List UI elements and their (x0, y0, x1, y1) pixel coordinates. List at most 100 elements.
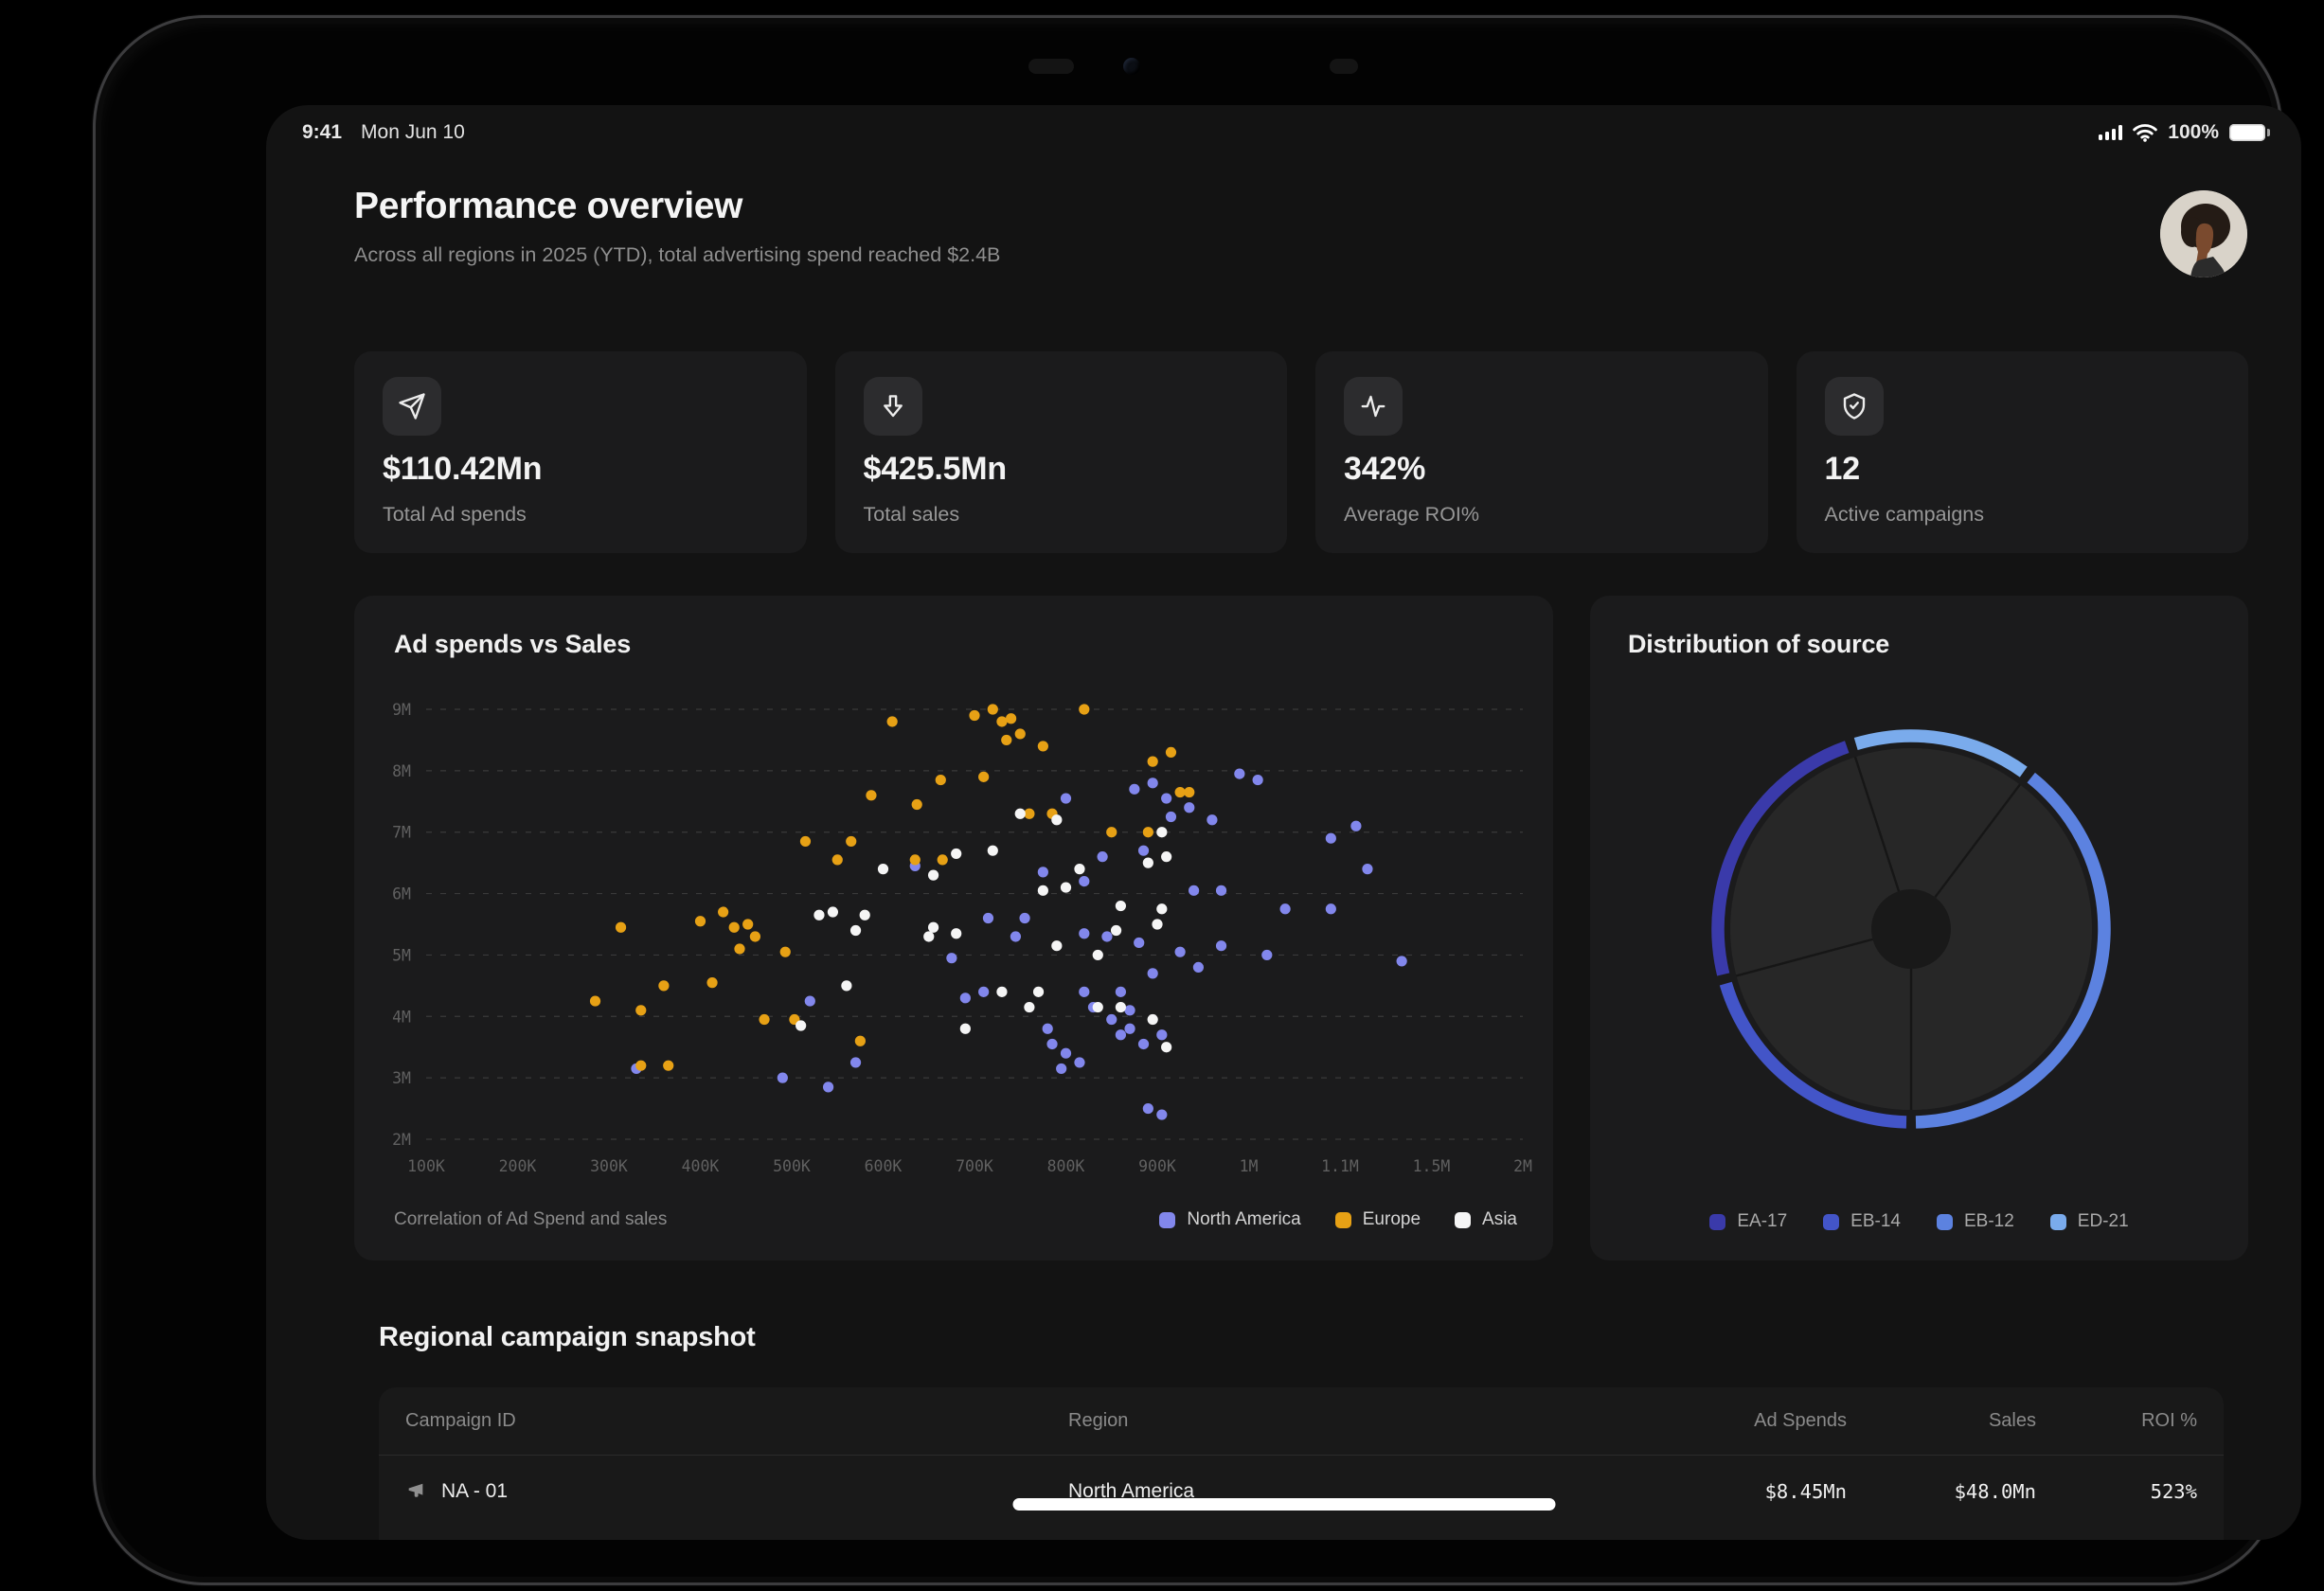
legend-label: North America (1187, 1209, 1300, 1230)
legend-dot (1937, 1214, 1953, 1230)
activity-icon (1344, 377, 1403, 436)
svg-text:6M: 6M (392, 885, 411, 903)
legend-label: ED-21 (2078, 1211, 2129, 1232)
stat-label: Total sales (864, 503, 960, 527)
page-header: Performance overview Across all regions … (354, 186, 2248, 267)
table-title: Regional campaign snapshot (379, 1322, 2224, 1353)
ipad-bezel: 9:41 Mon Jun 10 100% (93, 15, 2282, 1585)
legend-label: EB-14 (1850, 1211, 1901, 1232)
col-campaign-id: Campaign ID (405, 1410, 1068, 1432)
wifi-icon (2133, 123, 2157, 142)
stat-value: 342% (1344, 451, 1425, 488)
status-bar: 9:41 Mon Jun 10 100% (302, 118, 2265, 147)
legend-item-north-america[interactable]: North America (1159, 1209, 1300, 1230)
date: Mon Jun 10 (361, 121, 465, 144)
stat-card-average-roi[interactable]: 342% Average ROI% (1315, 351, 1768, 553)
legend-item-asia[interactable]: Asia (1455, 1209, 1517, 1230)
cell-roi: 523% (2036, 1480, 2197, 1503)
battery-icon (2229, 124, 2265, 141)
scatter-caption: Correlation of Ad Spend and sales (394, 1209, 667, 1230)
cellular-signal-icon (2099, 125, 2123, 140)
legend-item-eb-14[interactable]: EB-14 (1823, 1211, 1901, 1232)
svg-text:100K: 100K (407, 1157, 445, 1175)
avatar[interactable] (2160, 190, 2247, 277)
svg-text:600K: 600K (865, 1157, 903, 1175)
svg-text:1.5M: 1.5M (1413, 1157, 1451, 1175)
svg-text:8M: 8M (392, 762, 411, 780)
legend-label: EA-17 (1737, 1211, 1787, 1232)
svg-text:3M: 3M (392, 1069, 411, 1087)
stat-value: $425.5Mn (864, 451, 1007, 488)
page-title: Performance overview (354, 186, 2248, 227)
stat-value: $110.42Mn (383, 451, 542, 488)
scatter-legend: North America Europe Asia (1159, 1209, 1517, 1230)
cell-sales: $48.0Mn (1847, 1480, 2036, 1503)
donut-chart-card: Distribution of source EA-17EB-14EB-12ED… (1590, 596, 2248, 1260)
battery-percent: 100% (2168, 121, 2219, 144)
stat-cards: $110.42Mn Total Ad spends $425.5Mn Total… (354, 351, 2248, 553)
table-body: NA - 01North America$8.45Mn$48.0Mn523% (379, 1456, 2224, 1528)
stat-label: Active campaigns (1825, 503, 1985, 527)
scatter-footer: Correlation of Ad Spend and sales North … (394, 1209, 1517, 1230)
svg-text:5M: 5M (392, 946, 411, 964)
charts-row: Ad spends vs Sales 9M 8M 7M 6M 5M 4M 3M 2M 100K 2… (354, 596, 2248, 1260)
col-roi: ROI % (2036, 1410, 2197, 1432)
legend-item-europe[interactable]: Europe (1335, 1209, 1421, 1230)
table-row[interactable]: NA - 01North America$8.45Mn$48.0Mn523% (379, 1456, 2224, 1528)
svg-text:4M: 4M (392, 1008, 411, 1026)
svg-text:400K: 400K (682, 1157, 720, 1175)
legend-dot (1709, 1214, 1725, 1230)
col-ad-spends: Ad Spends (1667, 1410, 1847, 1432)
legend-label: Asia (1482, 1209, 1517, 1230)
legend-dot (1159, 1212, 1175, 1228)
home-indicator[interactable] (1012, 1498, 1555, 1511)
stat-label: Average ROI% (1344, 503, 1479, 527)
campaign-icon (405, 1481, 426, 1502)
legend-dot (1455, 1212, 1471, 1228)
cell-campaign-id: NA - 01 (405, 1480, 1068, 1503)
campaign-id: NA - 01 (441, 1480, 508, 1503)
page-subtitle: Across all regions in 2025 (YTD), total … (354, 243, 2248, 267)
scatter-plot[interactable]: 9M 8M 7M 6M 5M 4M 3M 2M 100K 200K 300K 400K 500K 600K… (354, 675, 1553, 1187)
stat-value: 12 (1825, 451, 1860, 488)
arrow-down-icon (864, 377, 922, 436)
scatter-chart-card: Ad spends vs Sales 9M 8M 7M 6M 5M 4M 3M 2M 100K 2… (354, 596, 1553, 1260)
avatar-portrait (2160, 190, 2247, 277)
svg-text:1.1M: 1.1M (1321, 1157, 1359, 1175)
svg-text:9M: 9M (392, 701, 411, 719)
screen: 9:41 Mon Jun 10 100% (266, 105, 2301, 1540)
legend-item-ea-17[interactable]: EA-17 (1709, 1211, 1787, 1232)
donut-chart[interactable] (1590, 596, 2248, 1202)
stage: 9:41 Mon Jun 10 100% (0, 0, 2324, 1591)
stat-card-total-sales[interactable]: $425.5Mn Total sales (835, 351, 1288, 553)
bezel-sensor-pill (1028, 59, 1074, 74)
donut-legend: EA-17 EB-14 EB-12 ED-21 (1590, 1211, 2248, 1232)
col-sales: Sales (1847, 1410, 2036, 1432)
legend-dot (1823, 1214, 1839, 1230)
cell-ad-spends: $8.45Mn (1667, 1480, 1847, 1503)
legend-label: EB-12 (1964, 1211, 2014, 1232)
svg-text:2M: 2M (1513, 1157, 1532, 1175)
stat-card-total-ad-spends[interactable]: $110.42Mn Total Ad spends (354, 351, 807, 553)
clock: 9:41 (302, 121, 342, 144)
legend-item-eb-12[interactable]: EB-12 (1937, 1211, 2014, 1232)
scatter-chart-title: Ad spends vs Sales (394, 630, 631, 659)
svg-text:7M: 7M (392, 824, 411, 842)
col-region: Region (1068, 1410, 1667, 1432)
svg-text:500K: 500K (773, 1157, 811, 1175)
legend-dot (2050, 1214, 2066, 1230)
legend-item-ed-21[interactable]: ED-21 (2050, 1211, 2129, 1232)
svg-text:900K: 900K (1138, 1157, 1176, 1175)
stat-card-active-campaigns[interactable]: 12 Active campaigns (1797, 351, 2249, 553)
legend-label: Europe (1363, 1209, 1421, 1230)
svg-text:300K: 300K (590, 1157, 628, 1175)
shield-check-icon (1825, 377, 1884, 436)
svg-text:1M: 1M (1240, 1157, 1259, 1175)
svg-text:700K: 700K (956, 1157, 993, 1175)
send-icon (383, 377, 441, 436)
table-header-row: Campaign ID Region Ad Spends Sales ROI % (379, 1387, 2224, 1456)
bezel-mic-pill (1330, 59, 1358, 74)
svg-text:2M: 2M (392, 1131, 411, 1149)
svg-text:200K: 200K (499, 1157, 537, 1175)
table-card: Campaign ID Region Ad Spends Sales ROI %… (379, 1387, 2224, 1540)
